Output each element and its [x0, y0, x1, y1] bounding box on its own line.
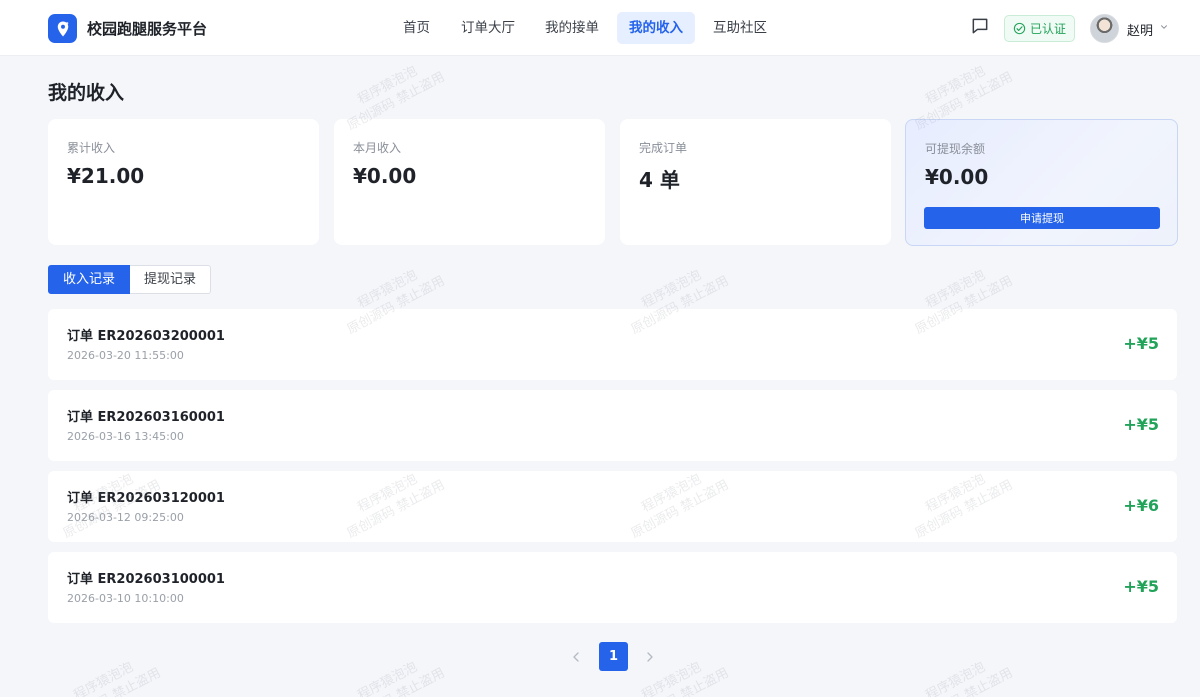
- watermark: 程序猿泡泡原创源码 禁止盗用: [913, 659, 1016, 697]
- check-circle-icon: [1013, 22, 1026, 35]
- stat-card-total-income: 累计收入 ¥21.00: [48, 119, 319, 245]
- stat-card-completed-orders: 完成订单 4 单: [620, 119, 891, 245]
- avatar[interactable]: [1090, 14, 1119, 43]
- logo[interactable]: [48, 14, 77, 43]
- stat-value: ¥0.00: [925, 165, 989, 189]
- list-item[interactable]: 订单 ER202603160001 2026-03-16 13:45:00 +¥…: [48, 390, 1177, 461]
- chevron-right-icon[interactable]: [642, 649, 658, 665]
- stat-label: 本月收入: [353, 141, 402, 155]
- record-time: 2026-03-10 10:10:00: [67, 592, 184, 605]
- list-item[interactable]: 订单 ER202603200001 2026-03-20 11:55:00 +¥…: [48, 309, 1177, 380]
- record-amount: +¥6: [1123, 496, 1159, 515]
- stat-label: 可提现余额: [925, 142, 986, 156]
- stat-value: 4 单: [639, 168, 680, 192]
- stat-value: ¥0.00: [353, 164, 417, 188]
- apply-withdraw-button[interactable]: 申请提现: [924, 207, 1160, 229]
- record-tabs: 收入记录 提现记录: [48, 265, 212, 294]
- stat-value: ¥21.00: [67, 164, 145, 188]
- chevron-down-icon[interactable]: [1159, 22, 1169, 32]
- list-item[interactable]: 订单 ER202603100001 2026-03-10 10:10:00 +¥…: [48, 552, 1177, 623]
- watermark: 程序猿泡泡原创源码 禁止盗用: [61, 659, 164, 697]
- record-title: 订单 ER202603120001: [67, 491, 225, 506]
- page-title: 我的收入: [48, 82, 125, 104]
- record-time: 2026-03-12 09:25:00: [67, 511, 184, 524]
- nav-my-orders[interactable]: 我的接单: [533, 12, 611, 44]
- verified-badge: 已认证: [1004, 15, 1075, 42]
- record-title: 订单 ER202603100001: [67, 572, 225, 587]
- record-amount: +¥5: [1123, 577, 1159, 596]
- user-name[interactable]: 赵明: [1127, 20, 1153, 39]
- record-time: 2026-03-20 11:55:00: [67, 349, 184, 362]
- stat-card-month-income: 本月收入 ¥0.00: [334, 119, 605, 245]
- chat-bubble-icon[interactable]: [970, 16, 990, 36]
- nav-community[interactable]: 互助社区: [701, 12, 779, 44]
- watermark: 程序猿泡泡原创源码 禁止盗用: [345, 659, 448, 697]
- list-item[interactable]: 订单 ER202603120001 2026-03-12 09:25:00 +¥…: [48, 471, 1177, 542]
- stat-card-withdrawable-balance: 可提现余额 ¥0.00 申请提现: [905, 119, 1178, 246]
- record-title: 订单 ER202603200001: [67, 329, 225, 344]
- location-pin-icon: [57, 21, 68, 36]
- record-amount: +¥5: [1123, 334, 1159, 353]
- nav-order-hall[interactable]: 订单大厅: [449, 12, 527, 44]
- verified-label: 已认证: [1029, 22, 1066, 36]
- record-title: 订单 ER202603160001: [67, 410, 225, 425]
- chevron-left-icon[interactable]: [568, 649, 584, 665]
- brand-name[interactable]: 校园跑腿服务平台: [87, 18, 207, 39]
- tab-withdraw-records[interactable]: 提现记录: [130, 265, 212, 294]
- watermark: 程序猿泡泡原创源码 禁止盗用: [629, 659, 732, 697]
- tab-income-records[interactable]: 收入记录: [48, 265, 131, 294]
- nav-home[interactable]: 首页: [391, 12, 442, 44]
- nav-my-income[interactable]: 我的收入: [617, 12, 695, 44]
- top-navbar: 校园跑腿服务平台 首页 订单大厅 我的接单 我的收入 互助社区 已认证 赵明: [0, 0, 1200, 56]
- stat-label: 完成订单: [639, 141, 688, 155]
- page-number-current[interactable]: 1: [599, 642, 628, 671]
- record-time: 2026-03-16 13:45:00: [67, 430, 184, 443]
- record-amount: +¥5: [1123, 415, 1159, 434]
- stat-label: 累计收入: [67, 141, 116, 155]
